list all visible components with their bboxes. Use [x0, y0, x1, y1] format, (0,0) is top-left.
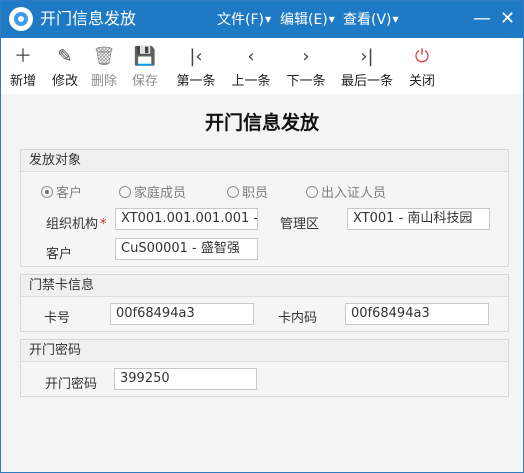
customer-field[interactable]: CuS00001 - 盛智强 [115, 238, 258, 260]
next-icon: › [302, 46, 310, 67]
access-card-section-header: 门禁卡信息 [21, 275, 508, 297]
last-record-label: 最后一条 [340, 74, 393, 89]
door-password-section-header: 开门密码 [21, 340, 508, 362]
close-window-button[interactable]: ✕ [500, 8, 515, 30]
delete-button[interactable]: 🗑 删除 [88, 46, 120, 89]
org-label-text: 组织机构 [46, 217, 99, 232]
next-record-label: 下一条 [286, 74, 326, 89]
radio-customer-label: 客户 [56, 186, 83, 201]
menu-view[interactable]: 查看(V)▼ [343, 11, 399, 29]
radio-family-member[interactable]: 家庭成员 [119, 182, 186, 201]
minimize-button[interactable]: — [473, 8, 491, 30]
radio-employee-label: 职员 [242, 186, 269, 201]
chevron-down-icon: ▼ [264, 15, 272, 24]
recipient-section: 发放对象 客户 家庭成员 职员 出入证人员 组织机构 * XT001.001.00… [20, 149, 509, 267]
area-field[interactable]: XT001 - 南山科技园 [347, 208, 490, 230]
menu-edit-label: 编辑(E) [280, 12, 328, 28]
area-label: 管理区 [280, 217, 320, 232]
radio-employee[interactable]: 职员 [227, 182, 268, 201]
recipient-section-header: 发放对象 [21, 150, 508, 172]
door-password-section: 开门密码 开门密码 399250 [20, 339, 509, 397]
last-icon: ›| [360, 46, 374, 67]
app-logo-icon [9, 7, 33, 31]
close-button-label: 关闭 [408, 74, 435, 89]
form-title: 开门信息发放 [204, 112, 319, 134]
trash-icon: 🗑 [92, 46, 116, 67]
edit-button-label: 修改 [51, 74, 78, 89]
first-record-label: 第一条 [176, 74, 216, 89]
add-button[interactable]: ＋ 新增 [7, 46, 39, 89]
save-icon: 💾 [133, 46, 157, 67]
menu-file[interactable]: 文件(F)▼ [217, 11, 271, 29]
password-label: 开门密码 [45, 377, 98, 392]
menu-file-label: 文件(F) [217, 12, 264, 28]
previous-record-button[interactable]: ‹ 上一条 [227, 46, 275, 89]
title-bar[interactable]: 开门信息发放 文件(F)▼ 编辑(E)▼ 查看(V)▼ — ✕ [1, 1, 523, 38]
chevron-down-icon: ▼ [392, 15, 399, 24]
add-button-label: 新增 [9, 74, 36, 89]
access-card-section: 门禁卡信息 卡号 00f68494a3 卡内码 00f68494a3 [20, 274, 509, 332]
first-record-button[interactable]: |‹ 第一条 [172, 46, 220, 89]
inner-code-label: 卡内码 [278, 311, 318, 326]
edit-icon: ✎ [57, 46, 73, 67]
menu-edit[interactable]: 编辑(E)▼ [280, 11, 335, 29]
first-icon: |‹ [189, 46, 203, 67]
radio-customer[interactable]: 客户 [41, 182, 82, 201]
radio-pass-holder[interactable]: 出入证人员 [306, 182, 386, 201]
card-no-label: 卡号 [44, 311, 71, 326]
customer-label: 客户 [46, 247, 73, 262]
add-icon: ＋ [14, 46, 32, 67]
chevron-down-icon: ▼ [328, 15, 335, 24]
delete-button-label: 删除 [90, 74, 117, 89]
power-icon: ⏻ [414, 46, 430, 67]
inner-code-field[interactable]: 00f68494a3 [345, 303, 489, 325]
last-record-button[interactable]: ›| 最后一条 [337, 46, 397, 89]
menu-view-label: 查看(V) [343, 12, 392, 28]
radio-unchecked-icon [119, 186, 131, 198]
previous-icon: ‹ [247, 46, 255, 67]
required-mark: * [100, 217, 107, 232]
password-field[interactable]: 399250 [114, 368, 257, 390]
radio-family-member-label: 家庭成员 [134, 186, 187, 201]
card-no-field[interactable]: 00f68494a3 [110, 303, 254, 325]
edit-button[interactable]: ✎ 修改 [49, 46, 81, 89]
save-button[interactable]: 💾 保存 [129, 46, 161, 89]
radio-unchecked-icon [227, 186, 239, 198]
radio-unchecked-icon [306, 186, 318, 198]
previous-record-label: 上一条 [231, 74, 271, 89]
org-label: 组织机构 * [46, 213, 107, 232]
close-button[interactable]: ⏻ 关闭 [404, 46, 440, 89]
next-record-button[interactable]: › 下一条 [282, 46, 330, 89]
toolbar: ＋ 新增 ✎ 修改 🗑 删除 💾 保存 |‹ 第一条 ‹ 上一条 › 下一条 ›| 最后一条 ⏻… [1, 38, 523, 94]
app-window: 开门信息发放 文件(F)▼ 编辑(E)▼ 查看(V)▼ — ✕ ＋新增 ✎ 修改 … [0, 0, 524, 473]
radio-pass-holder-label: 出入证人员 [321, 186, 387, 201]
radio-checked-icon [41, 186, 53, 198]
save-button-label: 保存 [131, 74, 158, 89]
org-field[interactable]: XT001.001.001.001 - [115, 208, 258, 230]
window-title: 开门信息发放 [40, 9, 137, 28]
